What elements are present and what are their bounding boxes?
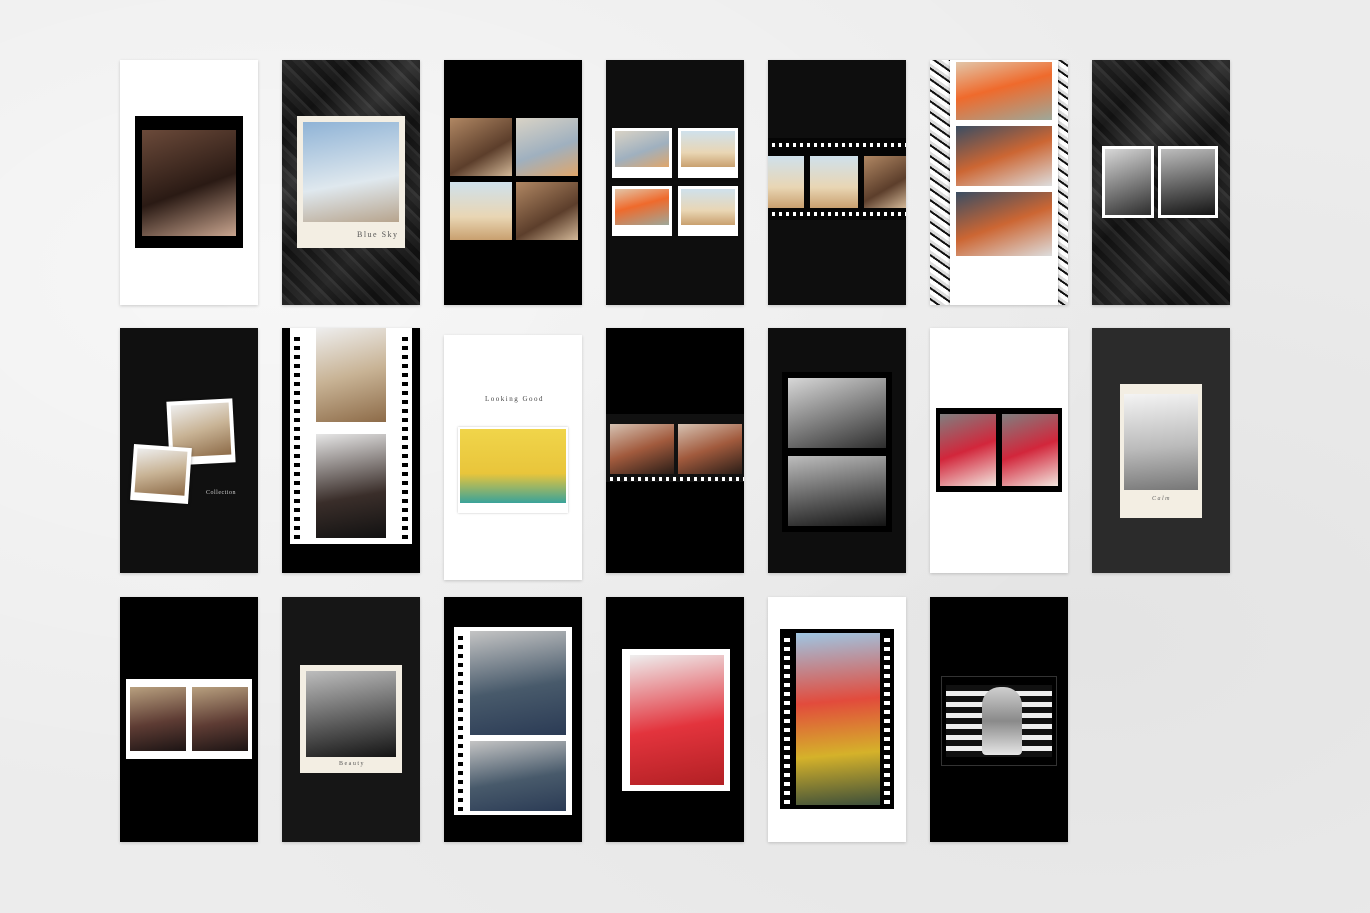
- film-photo: [130, 687, 186, 751]
- story-template-14[interactable]: Calm: [1092, 328, 1230, 573]
- story-template-16[interactable]: Beauty: [282, 597, 420, 842]
- polaroid-photo: [681, 131, 735, 167]
- film-photo: [316, 434, 386, 538]
- collection-label: Collection: [206, 490, 236, 496]
- film-photo: [610, 424, 674, 474]
- polaroid-photo: [615, 189, 669, 225]
- story-template-7[interactable]: [1092, 60, 1230, 305]
- story-template-8[interactable]: Collection: [120, 328, 258, 573]
- film-perforation: [402, 332, 408, 540]
- story-template-3[interactable]: [444, 60, 582, 305]
- film-photo: [192, 687, 248, 751]
- story-template-9[interactable]: [282, 328, 420, 573]
- story-template-17[interactable]: [444, 597, 582, 842]
- film-photo: [470, 631, 566, 735]
- story-template-6[interactable]: [930, 60, 1068, 305]
- film-perforation: [768, 143, 906, 147]
- film-photo: [956, 192, 1052, 256]
- story-template-15[interactable]: [120, 597, 258, 842]
- film-photo: [940, 414, 996, 486]
- photo-grid-cell: [516, 118, 578, 176]
- looking-good-label: Looking Good: [485, 395, 545, 403]
- story-template-10[interactable]: Looking Good: [444, 335, 582, 580]
- film-photo: [678, 424, 742, 474]
- yellow-wall-photo: [460, 429, 566, 503]
- film-photo: [864, 156, 906, 208]
- film-photo: [810, 156, 858, 208]
- film-photo: [956, 62, 1052, 120]
- bw-photo: [788, 378, 886, 448]
- film-perforation: [458, 631, 463, 811]
- story-template-19[interactable]: [768, 597, 906, 842]
- bw-photo: [1105, 149, 1151, 215]
- story-template-11[interactable]: [606, 328, 744, 573]
- beauty-label: Beauty: [339, 761, 365, 767]
- street-photo: [796, 633, 880, 805]
- story-template-13[interactable]: [930, 328, 1068, 573]
- film-photo: [470, 741, 566, 811]
- couple-photo: [142, 130, 236, 236]
- story-template-12[interactable]: [768, 328, 906, 573]
- polaroid-photo: [615, 131, 669, 167]
- story-template-2[interactable]: Blue Sky: [282, 60, 420, 305]
- photo-grid-cell: [450, 118, 512, 176]
- polaroid-photo: [681, 189, 735, 225]
- story-template-18[interactable]: [606, 597, 744, 842]
- calm-label: Calm: [1152, 496, 1172, 502]
- story-template-5[interactable]: [768, 60, 906, 305]
- film-perforation: [606, 477, 744, 481]
- portrait-figure: [982, 687, 1022, 755]
- red-jacket-photo: [630, 655, 724, 785]
- bw-photo: [1161, 149, 1215, 215]
- film-perforation: [884, 633, 890, 805]
- photo-grid-cell: [516, 182, 578, 240]
- blue-sky-label: Blue Sky: [357, 230, 399, 239]
- polaroid-photo: [134, 448, 188, 496]
- bw-photo: [788, 456, 886, 526]
- film-perforation: [294, 332, 300, 540]
- film-perforation: [768, 212, 906, 216]
- film-photo: [316, 328, 386, 422]
- film-photo: [1002, 414, 1058, 486]
- film-perforation: [784, 633, 790, 805]
- story-template-1[interactable]: [120, 60, 258, 305]
- film-photo: [768, 156, 804, 208]
- blue-sky-photo: [303, 122, 399, 222]
- film-photo: [956, 126, 1052, 186]
- photo-grid-cell: [450, 182, 512, 240]
- story-template-4[interactable]: [606, 60, 744, 305]
- story-template-20[interactable]: [930, 597, 1068, 842]
- bw-photo: [1124, 394, 1198, 490]
- bw-portrait-photo: [306, 671, 396, 757]
